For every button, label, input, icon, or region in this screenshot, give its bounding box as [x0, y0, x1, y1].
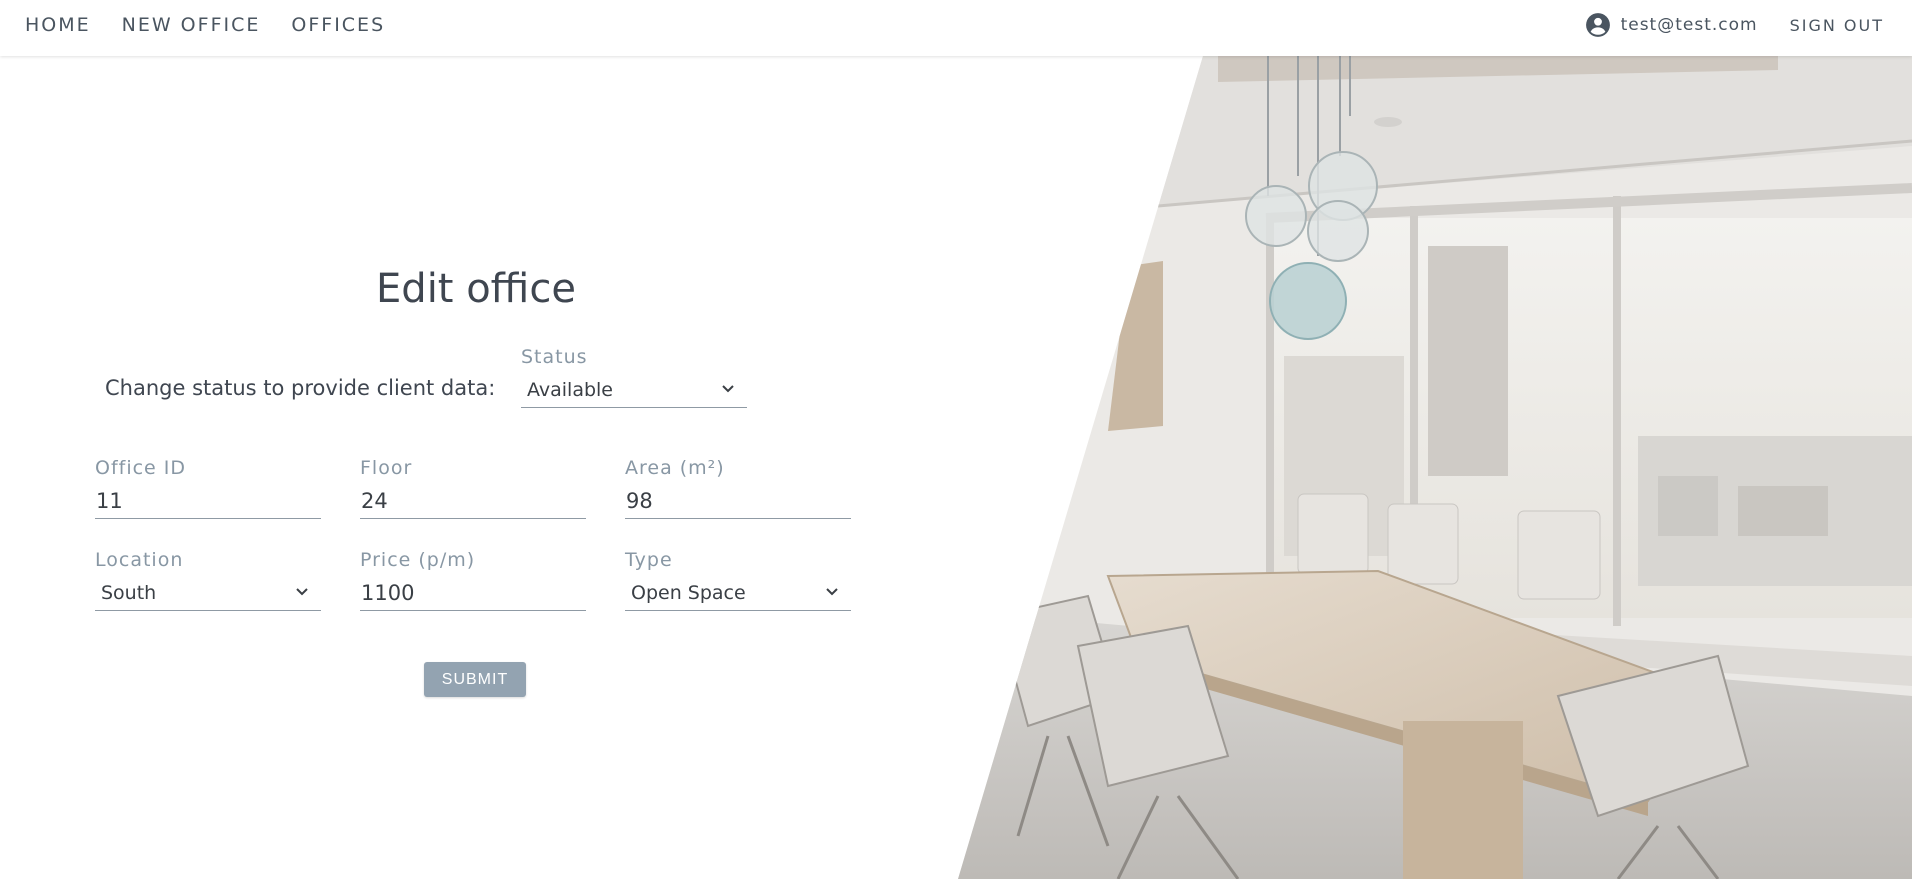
page-title: Edit office — [376, 266, 576, 312]
location-label: Location — [95, 549, 184, 571]
status-select[interactable]: Available — [521, 372, 747, 408]
chevron-down-icon — [296, 588, 308, 596]
submit-button[interactable]: SUBMIT — [424, 662, 526, 697]
area-field: Area (m²) 98 — [625, 457, 851, 519]
office-id-input[interactable]: 11 — [95, 483, 321, 519]
status-field: Status Available — [521, 346, 747, 408]
top-navbar: HOME NEW OFFICE OFFICES test@test.com SI… — [0, 0, 1912, 56]
chevron-down-icon — [826, 588, 838, 596]
sign-out-link[interactable]: SIGN OUT — [1790, 16, 1884, 35]
type-field: Type Open Space — [625, 549, 851, 611]
floor-input[interactable]: 24 — [360, 483, 586, 519]
price-field: Price (p/m) 1100 — [360, 549, 586, 611]
nav-home-link[interactable]: HOME — [25, 14, 91, 36]
price-input[interactable]: 1100 — [360, 575, 586, 611]
account-circle-icon — [1585, 12, 1611, 38]
status-note: Change status to provide client data: — [105, 376, 496, 400]
office-id-label: Office ID — [95, 457, 187, 479]
status-value: Available — [527, 379, 614, 401]
meeting-room-photo — [958, 56, 1912, 879]
floor-label: Floor — [360, 457, 413, 479]
type-select[interactable]: Open Space — [625, 575, 851, 611]
floor-field: Floor 24 — [360, 457, 586, 519]
location-value: South — [101, 582, 157, 604]
location-select[interactable]: South — [95, 575, 321, 611]
location-field: Location South — [95, 549, 321, 611]
office-id-field: Office ID 11 — [95, 457, 321, 519]
type-label: Type — [625, 549, 673, 571]
nav-user-area: test@test.com SIGN OUT — [1585, 0, 1884, 50]
price-label: Price (p/m) — [360, 549, 476, 571]
status-label: Status — [521, 346, 588, 368]
nav-links: HOME NEW OFFICE OFFICES — [25, 0, 416, 50]
nav-offices-link[interactable]: OFFICES — [291, 14, 385, 36]
chevron-down-icon — [722, 385, 734, 393]
type-value: Open Space — [631, 582, 746, 604]
user-email: test@test.com — [1620, 15, 1758, 35]
nav-new-office-link[interactable]: NEW OFFICE — [122, 14, 261, 36]
area-input[interactable]: 98 — [625, 483, 851, 519]
area-label: Area (m²) — [625, 457, 725, 479]
